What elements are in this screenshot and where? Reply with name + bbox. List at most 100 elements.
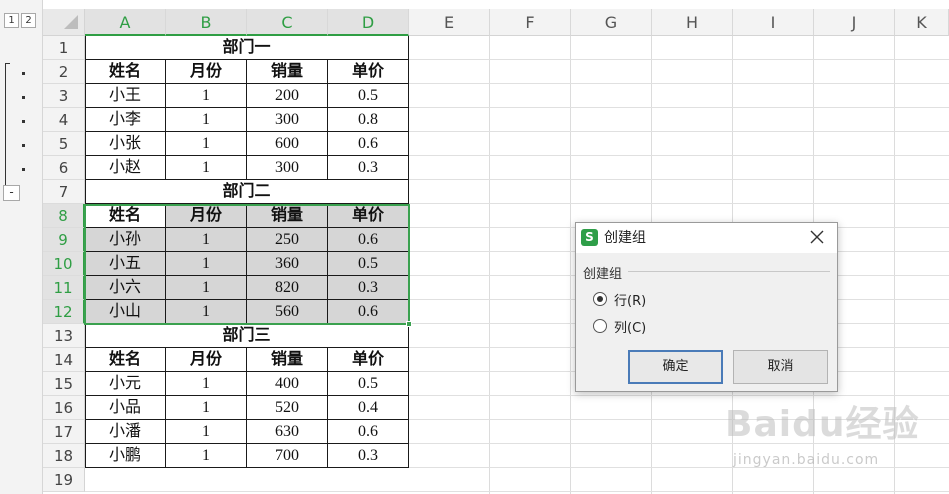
cell-c5[interactable]: 600 [247, 132, 328, 156]
fill-handle[interactable] [406, 321, 412, 327]
cell-b3[interactable]: 1 [166, 84, 247, 108]
ok-button[interactable]: 确定 [628, 350, 723, 384]
cell-a6[interactable]: 小赵 [85, 156, 166, 180]
column-header-e[interactable]: E [409, 9, 490, 36]
column-header-c[interactable]: C [247, 9, 328, 36]
column-header-f[interactable]: F [490, 9, 571, 36]
row-header-6[interactable]: 6 [43, 156, 85, 180]
cell-a13-title[interactable]: 部门三 [85, 324, 409, 348]
watermark-url: jingyan.baidu.com [733, 452, 880, 468]
dialog-title: 创建组 [604, 230, 646, 246]
outline-bracket-line [5, 63, 6, 185]
row-header-1[interactable]: 1 [43, 36, 85, 60]
outline-dot [22, 72, 25, 75]
grid-line [570, 36, 571, 494]
outline-level-1-button[interactable]: 1 [4, 13, 19, 28]
row-header-17[interactable]: 17 [43, 420, 85, 444]
row-header-12[interactable]: 12 [43, 300, 85, 324]
cell-c6[interactable]: 300 [247, 156, 328, 180]
cell-b14[interactable]: 月份 [166, 348, 247, 372]
cell-c17[interactable]: 630 [247, 420, 328, 444]
outline-collapse-button[interactable]: - [3, 185, 20, 201]
cell-c16[interactable]: 520 [247, 396, 328, 420]
cell-b15[interactable]: 1 [166, 372, 247, 396]
row-header-3[interactable]: 3 [43, 84, 85, 108]
cell-b2[interactable]: 月份 [166, 60, 247, 84]
columns-radio[interactable] [593, 319, 607, 333]
cell-a16[interactable]: 小品 [85, 396, 166, 420]
outline-dot [22, 144, 25, 147]
cell-c15[interactable]: 400 [247, 372, 328, 396]
cell-a4[interactable]: 小李 [85, 108, 166, 132]
cancel-button[interactable]: 取消 [733, 350, 828, 384]
column-header-h[interactable]: H [652, 9, 733, 36]
row-header-16[interactable]: 16 [43, 396, 85, 420]
cell-c2[interactable]: 销量 [247, 60, 328, 84]
row-header-2[interactable]: 2 [43, 60, 85, 84]
rows-radio[interactable] [593, 292, 607, 306]
cell-c4[interactable]: 300 [247, 108, 328, 132]
cell-a3[interactable]: 小王 [85, 84, 166, 108]
cell-a7-title[interactable]: 部门二 [85, 180, 409, 204]
cell-b16[interactable]: 1 [166, 396, 247, 420]
row-header-18[interactable]: 18 [43, 444, 85, 468]
cell-a1-title[interactable]: 部门一 [85, 36, 409, 60]
create-group-dialog: S 创建组 创建组 行(R) 列(C) 确定 取消 [575, 222, 838, 392]
outline-dot [22, 120, 25, 123]
cell-d16[interactable]: 0.4 [328, 396, 409, 420]
group-box-divider [628, 271, 830, 272]
outline-level-2-button[interactable]: 2 [21, 13, 36, 28]
radio-selected-dot [597, 296, 603, 302]
cell-d15[interactable]: 0.5 [328, 372, 409, 396]
column-header-b[interactable]: B [166, 9, 247, 36]
close-icon[interactable] [808, 228, 826, 246]
row-header-5[interactable]: 5 [43, 132, 85, 156]
row-header-4[interactable]: 4 [43, 108, 85, 132]
cell-c18[interactable]: 700 [247, 444, 328, 468]
cell-b17[interactable]: 1 [166, 420, 247, 444]
select-all-triangle-icon [64, 15, 78, 29]
outline-dot [22, 96, 25, 99]
rows-radio-label[interactable]: 行(R) [614, 290, 646, 309]
cell-d18[interactable]: 0.3 [328, 444, 409, 468]
cell-d17[interactable]: 0.6 [328, 420, 409, 444]
cell-c14[interactable]: 销量 [247, 348, 328, 372]
row-header-19[interactable]: 19 [43, 468, 85, 492]
cell-a5[interactable]: 小张 [85, 132, 166, 156]
cell-d14[interactable]: 单价 [328, 348, 409, 372]
columns-radio-label[interactable]: 列(C) [614, 317, 646, 336]
cell-d4[interactable]: 0.8 [328, 108, 409, 132]
row-header-13[interactable]: 13 [43, 324, 85, 348]
selection-range-outline [84, 204, 410, 325]
cell-c3[interactable]: 200 [247, 84, 328, 108]
cell-d5[interactable]: 0.6 [328, 132, 409, 156]
row-header-9[interactable]: 9 [43, 228, 85, 252]
cell-a15[interactable]: 小元 [85, 372, 166, 396]
column-header-d[interactable]: D [328, 9, 409, 36]
cell-d6[interactable]: 0.3 [328, 156, 409, 180]
cell-a18[interactable]: 小鹏 [85, 444, 166, 468]
cell-d3[interactable]: 0.5 [328, 84, 409, 108]
cell-a17[interactable]: 小潘 [85, 420, 166, 444]
cell-b6[interactable]: 1 [166, 156, 247, 180]
group-box-label: 创建组 [583, 267, 623, 282]
cell-a2[interactable]: 姓名 [85, 60, 166, 84]
row-header-10[interactable]: 10 [43, 252, 85, 276]
cell-b18[interactable]: 1 [166, 444, 247, 468]
cell-a14[interactable]: 姓名 [85, 348, 166, 372]
column-header-j[interactable]: J [814, 9, 895, 36]
cell-b5[interactable]: 1 [166, 132, 247, 156]
row-header-11[interactable]: 11 [43, 276, 85, 300]
column-header-g[interactable]: G [571, 9, 652, 36]
grid-line [489, 36, 490, 494]
row-header-14[interactable]: 14 [43, 348, 85, 372]
grid-line [85, 491, 949, 492]
row-header-15[interactable]: 15 [43, 372, 85, 396]
row-header-7[interactable]: 7 [43, 180, 85, 204]
column-header-i[interactable]: I [733, 9, 814, 36]
row-header-8[interactable]: 8 [43, 204, 85, 228]
column-header-a[interactable]: A [85, 9, 166, 36]
cell-d2[interactable]: 单价 [328, 60, 409, 84]
cell-b4[interactable]: 1 [166, 108, 247, 132]
column-header-k[interactable]: K [895, 9, 949, 36]
